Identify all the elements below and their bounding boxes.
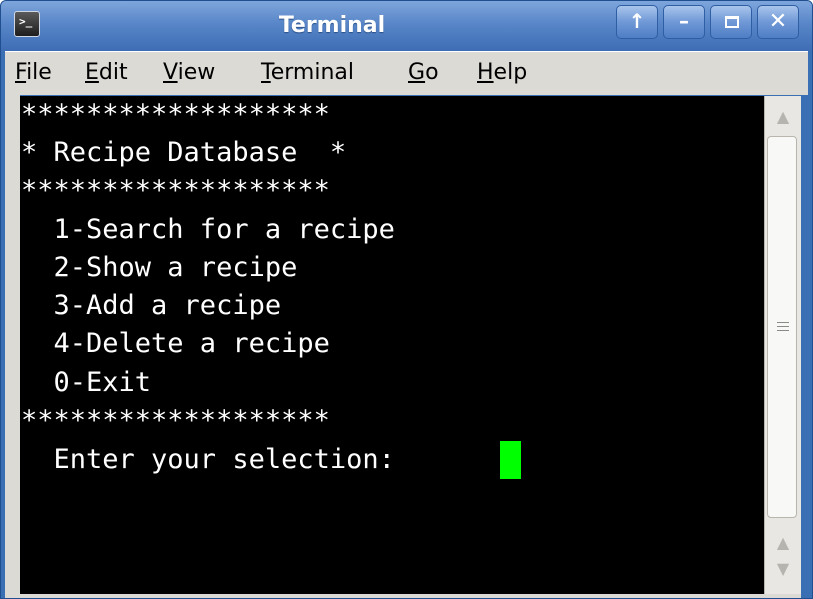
menu-view-mnemonic: V — [163, 60, 178, 85]
terminal-window: >_ Terminal ↑ – ✕ File Edit View Termina… — [0, 0, 813, 599]
menu-view[interactable]: View — [163, 60, 215, 86]
close-icon: ✕ — [768, 9, 788, 34]
scroll-down-arrow[interactable]: ▼ — [765, 559, 801, 579]
menu-help-mnemonic: H — [477, 60, 494, 85]
minimize-button[interactable]: – — [663, 5, 705, 39]
title-bar[interactable]: >_ Terminal ↑ – ✕ — [1, 1, 812, 51]
menu-file[interactable]: File — [15, 60, 52, 86]
terminal-bottom-gutter — [5, 594, 801, 598]
terminal-output[interactable]: ******************* * Recipe Database * … — [20, 96, 764, 594]
menu-edit-label: dit — [98, 60, 128, 85]
menu-go-label: o — [425, 60, 439, 85]
menu-terminal-mnemonic: T — [261, 60, 271, 85]
text-cursor — [500, 441, 521, 479]
minimize-icon: – — [679, 9, 689, 33]
maximize-icon — [725, 16, 739, 28]
menu-help-label: elp — [493, 60, 528, 85]
terminal-left-gutter — [5, 95, 20, 598]
roll-up-button[interactable]: ↑ — [616, 5, 658, 39]
thumb-grip-line — [777, 322, 789, 323]
option-search: 1-Search for a recipe — [21, 214, 395, 245]
vertical-scrollbar[interactable]: ▲ ▲ ▼ — [764, 96, 801, 594]
menu-file-mnemonic: F — [15, 60, 27, 85]
window-right-border — [801, 51, 812, 598]
menu-help[interactable]: Help — [477, 60, 527, 86]
menu-edit[interactable]: Edit — [85, 60, 128, 86]
thumb-grip-line — [777, 330, 789, 331]
scroll-up-arrow-lower[interactable]: ▲ — [765, 533, 801, 553]
menu-go-mnemonic: G — [408, 60, 426, 85]
menu-terminal-label: erminal — [270, 60, 354, 85]
border-line-bottom: ******************* — [21, 405, 330, 436]
menu-file-label: ile — [26, 60, 52, 85]
menu-bar: File Edit View Terminal Go Help — [5, 51, 808, 95]
option-delete: 4-Delete a recipe — [21, 328, 330, 359]
scroll-up-arrow[interactable]: ▲ — [765, 107, 801, 127]
menu-heading: * Recipe Database * — [21, 137, 347, 168]
window-title: Terminal — [278, 13, 386, 38]
thumb-grip-line — [777, 326, 789, 327]
close-button[interactable]: ✕ — [757, 5, 799, 39]
menu-go[interactable]: Go — [408, 60, 439, 86]
arrow-up-icon: ↑ — [628, 9, 646, 33]
border-line-heading: ******************* — [21, 175, 330, 206]
border-line-top: ******************* — [21, 99, 330, 130]
menu-terminal[interactable]: Terminal — [261, 60, 354, 86]
maximize-button[interactable] — [710, 5, 752, 39]
menu-view-label: iew — [177, 60, 216, 85]
option-exit: 0-Exit — [21, 367, 152, 398]
option-add: 3-Add a recipe — [21, 290, 282, 321]
scrollbar-thumb[interactable] — [767, 136, 797, 518]
menu-edit-mnemonic: E — [85, 60, 99, 85]
option-show: 2-Show a recipe — [21, 252, 298, 283]
selection-prompt: Enter your selection: — [21, 444, 412, 475]
